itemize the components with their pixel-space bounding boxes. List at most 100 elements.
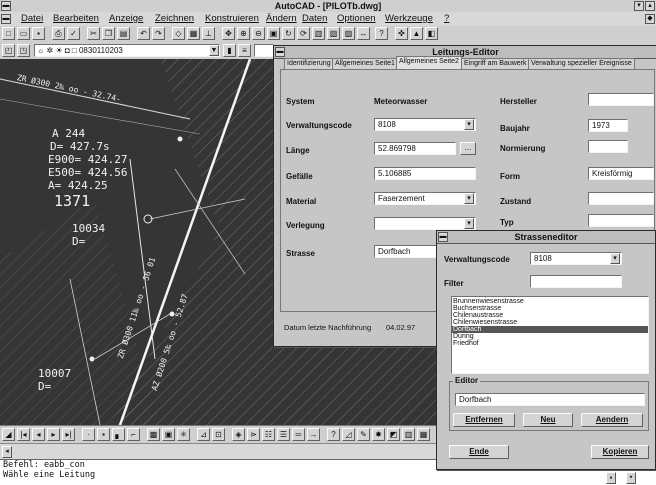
explode-icon[interactable]: ✸ <box>372 428 385 441</box>
tile-icon[interactable]: ▥ <box>312 27 325 40</box>
ortho-icon[interactable]: ⊥ <box>202 27 215 40</box>
color-icon[interactable]: ▮ <box>223 44 236 57</box>
move-icon[interactable]: ✜ <box>395 27 408 40</box>
extend-icon[interactable]: → <box>307 428 320 441</box>
first-icon[interactable]: |◂ <box>17 428 30 441</box>
trim-icon[interactable]: ⋗ <box>247 428 260 441</box>
material-dropdown-icon[interactable]: ▾ <box>464 193 474 204</box>
edit-icon[interactable]: ◈ <box>232 428 245 441</box>
kopieren-button[interactable]: Kopieren <box>591 445 649 459</box>
select-icon[interactable]: ◩ <box>387 428 400 441</box>
laenge-field[interactable]: 52.869798 <box>374 142 456 155</box>
list-item[interactable]: Chilenwiesenstrasse <box>452 319 648 326</box>
baujahr-field[interactable]: 1973 <box>588 119 628 132</box>
verlegung-select[interactable] <box>374 217 476 230</box>
point-icon[interactable]: · <box>82 428 95 441</box>
linetype-field[interactable] <box>254 44 274 57</box>
menu-anzeige[interactable]: Anzeige <box>109 13 143 25</box>
zoom-window-icon[interactable]: ⊕ <box>237 27 250 40</box>
layer-control-icon[interactable]: ◰ <box>2 44 15 57</box>
paste-icon[interactable]: ▤ <box>117 27 130 40</box>
menu-optionen[interactable]: Optionen <box>337 13 376 25</box>
se-filter-input[interactable] <box>530 275 622 288</box>
editor-input[interactable]: Dorfbach <box>455 393 645 406</box>
layer-props-icon[interactable]: ◳ <box>17 44 30 57</box>
laenge-browse-button[interactable]: ... <box>460 142 476 155</box>
list-item-selected[interactable]: Dorfbach <box>452 326 648 333</box>
regen-icon[interactable]: ⟳ <box>297 27 310 40</box>
maximize-icon[interactable]: ▴ <box>645 1 655 11</box>
open-file-icon[interactable]: ▭ <box>17 27 30 40</box>
offset-icon[interactable]: ═ <box>292 428 305 441</box>
properties2-icon[interactable]: ▦ <box>417 428 430 441</box>
save-icon[interactable]: ▪ <box>32 27 45 40</box>
layer-select[interactable]: ☼ ✲ ☀ ◘ □ 0830110203 <box>34 44 220 57</box>
aerial-view-icon[interactable]: ▣ <box>267 27 280 40</box>
linetype-icon[interactable]: ≡ <box>238 44 251 57</box>
tab-allgemeines-seite2[interactable]: Allgemeines Seite2 <box>396 56 462 70</box>
scroll-left-icon[interactable]: ◂ <box>2 446 12 458</box>
verwaltungscode-select[interactable]: 8108 <box>374 118 476 131</box>
star-icon[interactable]: ✳ <box>177 428 190 441</box>
node-icon[interactable]: ▪ <box>97 428 110 441</box>
stretch-icon[interactable]: ☰ <box>277 428 290 441</box>
horizontal-scrollbar[interactable]: ◂ <box>0 443 436 460</box>
segment-icon[interactable]: ▖ <box>112 428 125 441</box>
menu-zeichnen[interactable]: Zeichnen <box>155 13 194 25</box>
verlegung-dropdown-icon[interactable]: ▾ <box>464 218 474 229</box>
copy-icon[interactable]: ❐ <box>102 27 115 40</box>
spell-icon[interactable]: ✓ <box>67 27 80 40</box>
typ-select[interactable] <box>588 214 654 227</box>
redraw-icon[interactable]: ↻ <box>282 27 295 40</box>
menu-konstruieren[interactable]: Konstruieren <box>205 13 259 25</box>
next-icon[interactable]: ▸ <box>47 428 60 441</box>
properties-icon[interactable]: ▲ <box>410 27 423 40</box>
verwaltungscode-dropdown-icon[interactable]: ▾ <box>464 119 474 130</box>
menu-werkzeuge[interactable]: Werkzeuge <box>385 13 433 25</box>
hatch-icon[interactable]: ▩ <box>147 428 160 441</box>
print-icon[interactable]: ⎙ <box>52 27 65 40</box>
minimize-icon[interactable]: ▾ <box>634 1 644 11</box>
restore-icon[interactable]: ◆ <box>645 14 655 24</box>
layer-dropdown-icon[interactable]: ▼ <box>209 45 219 56</box>
scroll-down-icon[interactable]: ▾ <box>626 472 636 484</box>
ende-button[interactable]: Ende <box>449 445 509 459</box>
array-icon[interactable]: ☷ <box>262 428 275 441</box>
undo-icon[interactable]: ↶ <box>137 27 150 40</box>
polyline-icon[interactable]: ⌐ <box>127 428 140 441</box>
list-item[interactable]: Chilenaustrasse <box>452 312 648 319</box>
aendern-button[interactable]: Aendern <box>581 413 643 427</box>
help-icon[interactable]: ? <box>375 27 388 40</box>
block-icon[interactable]: ▣ <box>162 428 175 441</box>
menu-help[interactable]: ? <box>444 13 449 25</box>
list-item[interactable]: Buchserstrasse <box>452 305 648 312</box>
material-select[interactable]: Faserzement <box>374 192 476 205</box>
model-icon[interactable]: ▨ <box>342 27 355 40</box>
scroll-up-icon[interactable]: ▴ <box>606 472 616 484</box>
dialog-system-menu-icon[interactable]: ▬ <box>438 232 448 242</box>
measure-icon[interactable]: ◿ <box>342 428 355 441</box>
last-icon[interactable]: ▸| <box>62 428 75 441</box>
strassen-list[interactable]: Brunnenwiesenstrasse Buchserstrasse Chil… <box>451 296 649 374</box>
list-item[interactable]: Friedhof <box>452 340 648 347</box>
list-item[interactable]: Brunnenwiesenstrasse <box>452 298 648 305</box>
se-verwaltungscode-select[interactable]: 8108 <box>530 252 622 265</box>
gefaelle-field[interactable]: 5.106885 <box>374 167 476 180</box>
menu-bearbeiten[interactable]: Bearbeiten <box>53 13 99 25</box>
document-menu-icon[interactable]: ▬ <box>1 14 11 24</box>
dimension-icon[interactable]: ⊿ <box>197 428 210 441</box>
form-select[interactable]: Kreisförmig <box>588 167 654 180</box>
menu-aendern[interactable]: Ändern <box>266 13 297 25</box>
se-verwaltungscode-dropdown-icon[interactable]: ▾ <box>610 253 620 264</box>
zoom-icon[interactable]: ⊖ <box>252 27 265 40</box>
layer-off-icon[interactable]: ▥ <box>402 428 415 441</box>
insert-icon[interactable]: ⊡ <box>212 428 225 441</box>
distance-icon[interactable]: ↔ <box>357 27 370 40</box>
query-icon[interactable]: ? <box>327 428 340 441</box>
menu-datei[interactable]: Datei <box>21 13 43 25</box>
cut-icon[interactable]: ✂ <box>87 27 100 40</box>
list-item[interactable]: During <box>452 333 648 340</box>
hersteller-field[interactable] <box>588 93 654 106</box>
normierung-field[interactable] <box>588 140 628 153</box>
zustand-select[interactable] <box>588 192 654 205</box>
